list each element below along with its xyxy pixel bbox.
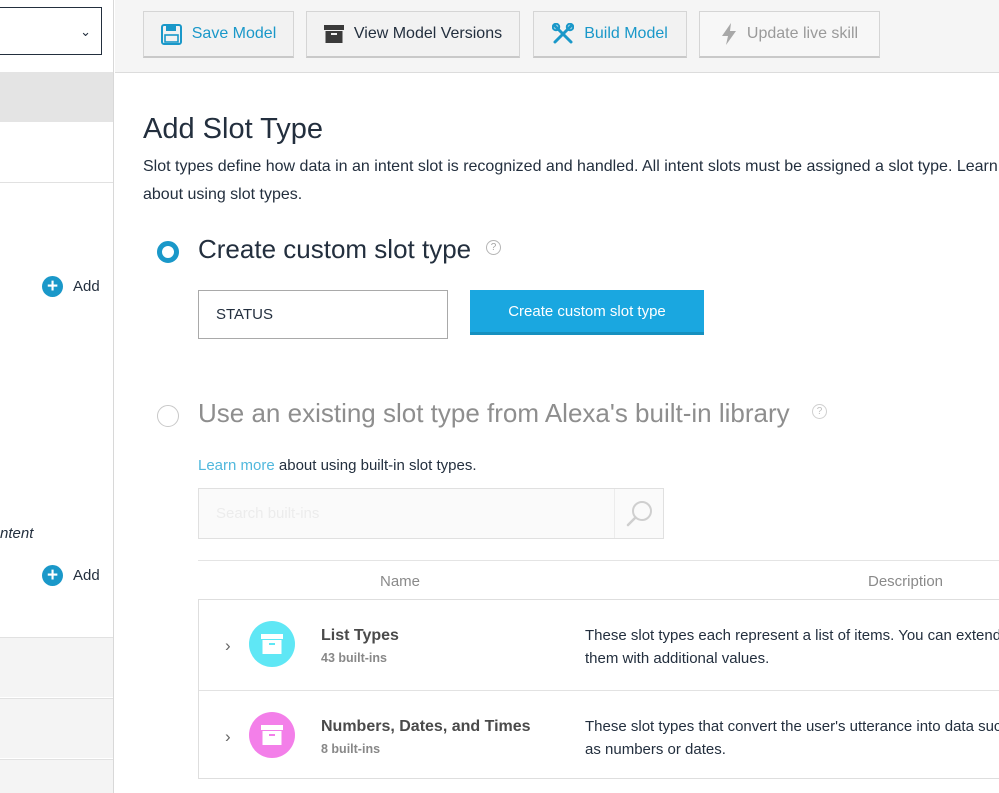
add-label: Add bbox=[73, 567, 100, 584]
sidebar-item[interactable] bbox=[0, 698, 113, 758]
sidebar-band bbox=[0, 72, 113, 122]
build-model-label: Build Model bbox=[584, 25, 668, 42]
main-content: Add Slot Type Slot types define how data… bbox=[115, 73, 999, 793]
category-description: These slot types that convert the user's… bbox=[585, 718, 999, 758]
category-name: List Types bbox=[321, 627, 399, 644]
archive-box-icon bbox=[249, 712, 295, 758]
sidebar: ⌄ + Add ntent + Add bbox=[0, 0, 114, 793]
add-intent-button[interactable]: + Add bbox=[42, 565, 100, 586]
builtin-table: › List Types 43 built-ins These slot typ… bbox=[198, 599, 999, 779]
plus-icon: + bbox=[42, 565, 63, 586]
builtin-slot-type-label: Use an existing slot type from Alexa's b… bbox=[198, 398, 790, 428]
learn-more-link[interactable]: Learn more bbox=[198, 457, 275, 474]
archive-icon bbox=[323, 25, 344, 43]
toolbar: Save Model View Model Versions Build Mod… bbox=[115, 0, 999, 73]
slot-type-name-input[interactable] bbox=[198, 290, 448, 339]
update-live-skill-button[interactable]: Update live skill bbox=[699, 11, 880, 58]
save-icon bbox=[160, 23, 182, 45]
search-icon[interactable] bbox=[625, 499, 655, 529]
plus-icon: + bbox=[42, 276, 63, 297]
page-title: Add Slot Type bbox=[143, 113, 324, 145]
sidebar-item[interactable] bbox=[0, 759, 113, 793]
tools-icon bbox=[552, 23, 575, 44]
search-builtins bbox=[198, 488, 664, 539]
category-name: Numbers, Dates, and Times bbox=[321, 718, 531, 735]
skill-select[interactable]: ⌄ bbox=[0, 7, 102, 55]
category-count: 8 built-ins bbox=[321, 742, 381, 756]
chevron-right-icon[interactable]: › bbox=[225, 727, 231, 747]
page-description: Slot types define how data in an intent … bbox=[143, 158, 999, 203]
intent-label: ntent bbox=[0, 525, 34, 542]
sidebar-divider bbox=[0, 182, 113, 183]
save-model-label: Save Model bbox=[191, 25, 277, 42]
custom-slot-type-radio[interactable] bbox=[157, 241, 179, 263]
help-icon[interactable]: ? bbox=[486, 240, 501, 255]
table-row[interactable]: › Numbers, Dates, and Times 8 built-ins … bbox=[199, 690, 999, 780]
custom-slot-type-label: Create custom slot type bbox=[198, 234, 472, 264]
builtin-slot-type-radio[interactable] bbox=[157, 405, 179, 427]
table-header: Name Description bbox=[198, 560, 999, 600]
archive-box-icon bbox=[249, 621, 295, 667]
search-builtins-input[interactable] bbox=[199, 489, 615, 538]
column-header-description: Description bbox=[868, 573, 944, 590]
category-count: 43 built-ins bbox=[321, 651, 387, 665]
category-description: These slot types each represent a list o… bbox=[585, 627, 999, 667]
column-header-name: Name bbox=[380, 573, 421, 590]
save-model-button[interactable]: Save Model bbox=[143, 11, 294, 58]
add-slot-button[interactable]: + Add bbox=[42, 276, 100, 297]
table-row[interactable]: › List Types 43 built-ins These slot typ… bbox=[199, 600, 999, 690]
add-label: Add bbox=[73, 278, 100, 295]
chevron-right-icon[interactable]: › bbox=[225, 636, 231, 656]
lightning-icon bbox=[721, 23, 736, 45]
create-custom-slot-type-button[interactable]: Create custom slot type bbox=[470, 290, 704, 335]
build-model-button[interactable]: Build Model bbox=[533, 11, 687, 58]
view-model-versions-label: View Model Versions bbox=[353, 25, 503, 42]
learn-more-rest: about using built-in slot types. bbox=[274, 457, 477, 474]
chevron-down-icon: ⌄ bbox=[80, 24, 91, 39]
help-icon[interactable]: ? bbox=[812, 404, 827, 419]
learn-more-text: Learn more about using built-in slot typ… bbox=[198, 457, 477, 474]
view-model-versions-button[interactable]: View Model Versions bbox=[306, 11, 520, 58]
update-live-skill-label: Update live skill bbox=[746, 25, 859, 42]
sidebar-item[interactable] bbox=[0, 637, 113, 697]
